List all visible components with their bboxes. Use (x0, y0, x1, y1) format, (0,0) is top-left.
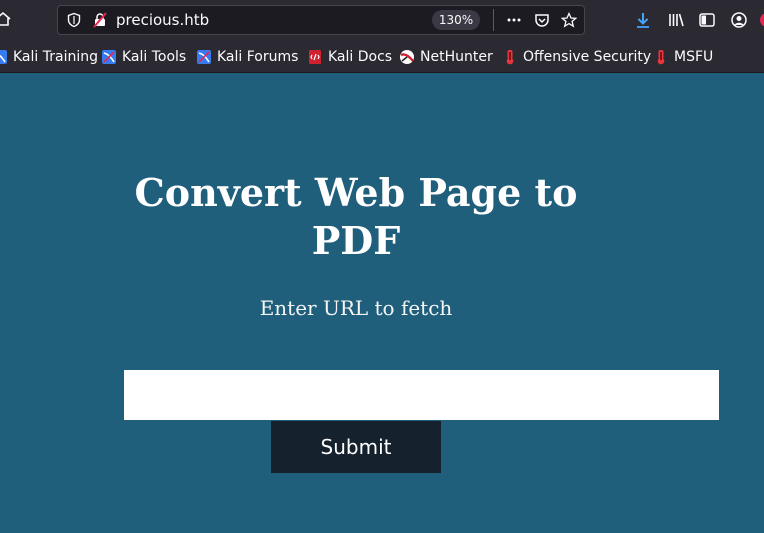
more-actions-icon[interactable] (506, 12, 522, 28)
bookmark-label: Kali Training (13, 49, 98, 65)
bookmark-label: Kali Docs (328, 49, 393, 65)
bookmark-label: MSFU (674, 49, 714, 65)
pocket-icon[interactable] (534, 12, 550, 28)
bookmark-kali-tools[interactable]: Kali Tools (101, 47, 186, 67)
page-content: Convert Web Page to PDF Enter URL to fet… (0, 73, 764, 533)
url-text[interactable]: precious.htb (116, 11, 209, 29)
url-field-label: Enter URL to fetch (259, 296, 453, 320)
bookmark-kali-forums[interactable]: Kali Forums (196, 47, 298, 67)
bookmark-label: Offensive Security (523, 49, 652, 65)
url-separator (493, 9, 494, 31)
bookmark-kali-docs[interactable]: Kali Docs (307, 47, 392, 67)
bookmark-star-icon[interactable] (561, 12, 577, 28)
kali-icon (197, 50, 211, 64)
bookmarks-toolbar: Kali Training Kali Tools Kali Forums Kal… (0, 40, 764, 73)
account-icon[interactable] (730, 11, 748, 29)
offsec-icon (506, 50, 514, 65)
tracking-protection-icon[interactable] (66, 12, 82, 28)
library-icon[interactable] (667, 11, 685, 29)
bookmark-nethunter[interactable]: NetHunter (399, 47, 493, 67)
downloads-icon[interactable] (634, 11, 652, 29)
kali-icon (0, 50, 7, 64)
home-icon[interactable] (0, 10, 12, 28)
zoom-level-badge[interactable]: 130% (432, 10, 480, 30)
submit-button[interactable]: Submit (271, 421, 441, 473)
address-bar[interactable]: precious.htb 130% (57, 5, 585, 35)
kali-icon (102, 50, 116, 64)
insecure-connection-icon[interactable] (92, 12, 108, 28)
nethunter-icon (400, 50, 414, 64)
sidebar-icon[interactable] (698, 11, 716, 29)
page-title: Convert Web Page to PDF (134, 170, 578, 263)
offsec-icon (657, 50, 665, 65)
browser-toolbar: precious.htb 130% (0, 0, 764, 40)
url-input[interactable] (124, 370, 719, 420)
extension-icon[interactable] (758, 11, 764, 29)
bookmark-label: Kali Tools (122, 49, 187, 65)
bookmark-label: Kali Forums (217, 49, 299, 65)
bookmark-offensive-security[interactable]: Offensive Security (502, 47, 651, 67)
bookmark-msfu[interactable]: MSFU (653, 47, 713, 67)
bookmark-kali-training[interactable]: Kali Training (0, 47, 98, 67)
bookmark-label: NetHunter (420, 49, 493, 65)
kali-docs-icon (309, 50, 321, 64)
